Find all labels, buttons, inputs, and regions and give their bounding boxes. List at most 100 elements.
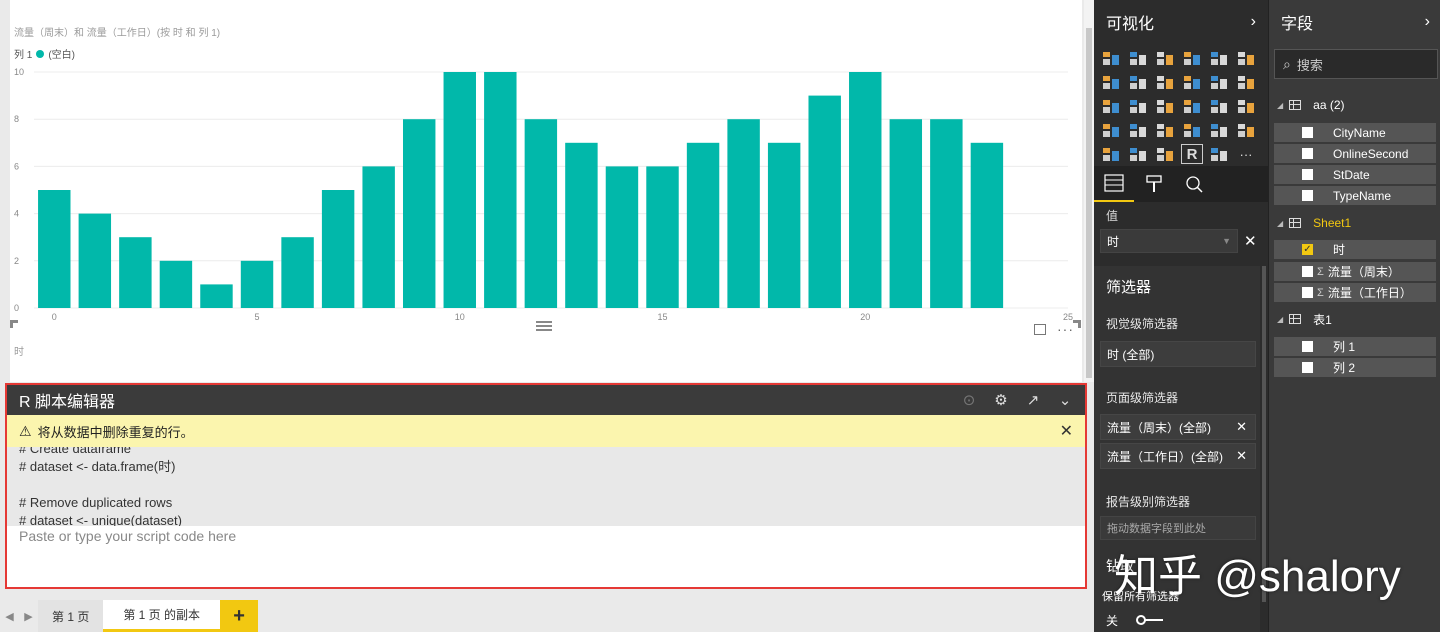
multi-row-card-icon[interactable] xyxy=(1208,120,1230,140)
collapse-chevron-icon[interactable]: › xyxy=(1251,13,1256,31)
checkbox[interactable] xyxy=(1302,362,1313,373)
line-column-2-icon[interactable] xyxy=(1208,72,1230,92)
checkbox[interactable] xyxy=(1302,148,1313,159)
bar[interactable] xyxy=(159,260,193,308)
field-item[interactable]: StDate xyxy=(1274,165,1436,184)
legend-item[interactable]: (空白) xyxy=(48,46,75,61)
close-icon[interactable]: ✕ xyxy=(1236,419,1247,435)
expand-arrow-icon[interactable]: ↗ xyxy=(1025,391,1041,409)
expand-triangle-icon[interactable]: ◢ xyxy=(1277,101,1283,110)
keep-filters-toggle[interactable] xyxy=(1136,615,1164,625)
bar[interactable] xyxy=(321,190,355,308)
dropdown-arrow-icon[interactable]: ▼ xyxy=(1222,236,1231,246)
area-icon[interactable] xyxy=(1127,72,1149,92)
paint-roller-icon[interactable] xyxy=(1134,166,1174,202)
bar[interactable] xyxy=(78,213,112,308)
bar[interactable] xyxy=(38,190,71,308)
search-input[interactable]: ⌕ 搜索 xyxy=(1274,49,1438,79)
more-options-icon[interactable]: ··· xyxy=(1057,321,1074,337)
bar[interactable] xyxy=(119,237,152,308)
resize-handle[interactable] xyxy=(536,321,552,331)
add-page-button[interactable]: + xyxy=(220,600,259,632)
treemap-icon[interactable] xyxy=(1208,96,1230,116)
bar[interactable] xyxy=(605,166,639,308)
field-item[interactable]: Σ 流量（周末） xyxy=(1274,262,1436,281)
remove-field-icon[interactable]: ✕ xyxy=(1244,232,1257,250)
expand-triangle-icon[interactable]: ◢ xyxy=(1277,315,1283,324)
checkbox[interactable] xyxy=(1302,127,1313,138)
field-item[interactable]: 列 1 xyxy=(1274,337,1436,356)
bar[interactable] xyxy=(808,95,841,308)
checkbox[interactable] xyxy=(1302,287,1313,298)
chevron-down-icon[interactable]: ⌄ xyxy=(1057,391,1073,409)
field-item[interactable]: OnlineSecond xyxy=(1274,144,1436,163)
100-column-icon[interactable] xyxy=(1235,48,1257,68)
next-page-icon[interactable]: ▶ xyxy=(19,600,38,632)
prev-page-icon[interactable]: ◀ xyxy=(0,600,19,632)
bar[interactable] xyxy=(565,142,598,308)
bar[interactable] xyxy=(362,166,395,308)
bar[interactable] xyxy=(484,72,517,308)
clustered-column-icon[interactable] xyxy=(1181,48,1203,68)
pie-icon[interactable] xyxy=(1154,96,1176,116)
run-script-icon[interactable]: ⊙ xyxy=(961,391,977,409)
checkbox[interactable] xyxy=(1302,266,1313,277)
kpi-icon[interactable] xyxy=(1235,120,1257,140)
viz-pane-scrollbar[interactable] xyxy=(1262,266,1266,602)
bar[interactable] xyxy=(524,119,558,308)
tab-page-1[interactable]: 第 1 页 xyxy=(38,600,104,632)
bar[interactable] xyxy=(767,142,801,308)
checkbox[interactable] xyxy=(1302,190,1313,201)
analytics-icon[interactable] xyxy=(1174,166,1214,202)
fields-tab-icon[interactable] xyxy=(1094,166,1134,202)
close-icon[interactable]: ✕ xyxy=(1236,448,1247,464)
bar[interactable] xyxy=(727,119,760,308)
stacked-column-icon[interactable] xyxy=(1127,48,1149,68)
field-item[interactable]: TypeName xyxy=(1274,186,1436,205)
visual-filter-card[interactable]: 时 (全部) xyxy=(1100,341,1256,367)
bar[interactable] xyxy=(889,119,923,308)
bar[interactable] xyxy=(849,72,882,308)
close-icon[interactable]: ✕ xyxy=(1060,421,1073,441)
100-bar-icon[interactable] xyxy=(1208,48,1230,68)
table-sheet1[interactable]: ◢ Sheet1 xyxy=(1277,213,1351,233)
card-icon[interactable] xyxy=(1181,120,1203,140)
checkbox[interactable] xyxy=(1302,341,1313,352)
page-filter-card[interactable]: 流量（周末）(全部) ✕ xyxy=(1100,414,1256,440)
ribbon-icon[interactable] xyxy=(1235,72,1257,92)
table-biao1[interactable]: ◢ 表1 xyxy=(1277,309,1332,329)
script-input[interactable]: Paste or type your script code here xyxy=(7,526,1085,544)
clustered-bar-icon[interactable] xyxy=(1154,48,1176,68)
canvas-scrollbar[interactable] xyxy=(1084,0,1094,382)
focus-mode-icon[interactable] xyxy=(1034,324,1046,335)
gauge-icon[interactable] xyxy=(1154,120,1176,140)
stacked-area-icon[interactable] xyxy=(1154,72,1176,92)
more-icon[interactable]: ··· xyxy=(1235,144,1257,164)
bar[interactable] xyxy=(281,237,314,308)
bar[interactable] xyxy=(200,284,233,308)
field-item[interactable]: 列 2 xyxy=(1274,358,1436,377)
bar[interactable] xyxy=(646,166,679,308)
r-visual-icon[interactable]: R xyxy=(1181,144,1203,164)
field-item[interactable]: Σ 流量（工作日） xyxy=(1274,283,1436,302)
bar[interactable] xyxy=(443,72,476,308)
bar[interactable] xyxy=(402,119,436,308)
waterfall-icon[interactable] xyxy=(1100,96,1122,116)
bar[interactable] xyxy=(686,142,720,308)
checkbox-checked[interactable]: ✓ xyxy=(1302,244,1313,255)
resize-corner-left[interactable] xyxy=(10,320,18,328)
r-code-block[interactable]: # Create dataframe # dataset <- data.fra… xyxy=(7,447,1085,526)
map-icon[interactable] xyxy=(1235,96,1257,116)
bar[interactable] xyxy=(930,119,963,308)
globe-icon[interactable] xyxy=(1208,144,1230,164)
filled-map-icon[interactable] xyxy=(1100,120,1122,140)
line-icon[interactable] xyxy=(1100,72,1122,92)
scatter-icon[interactable] xyxy=(1127,96,1149,116)
line-column-icon[interactable] xyxy=(1181,72,1203,92)
stacked-bar-icon[interactable] xyxy=(1100,48,1122,68)
field-item[interactable]: ✓ 时 xyxy=(1274,240,1436,259)
bar-chart-visual[interactable]: 流量（周末）和 流量（工作日）(按 时 和 列 1) 列 1 (空白) 0 2 4 6… xyxy=(10,0,1082,382)
gear-icon[interactable]: ⚙ xyxy=(993,391,1009,409)
tab-page-1-copy[interactable]: 第 1 页 的副本 xyxy=(103,600,221,632)
expand-triangle-icon[interactable]: ◢ xyxy=(1277,219,1283,228)
